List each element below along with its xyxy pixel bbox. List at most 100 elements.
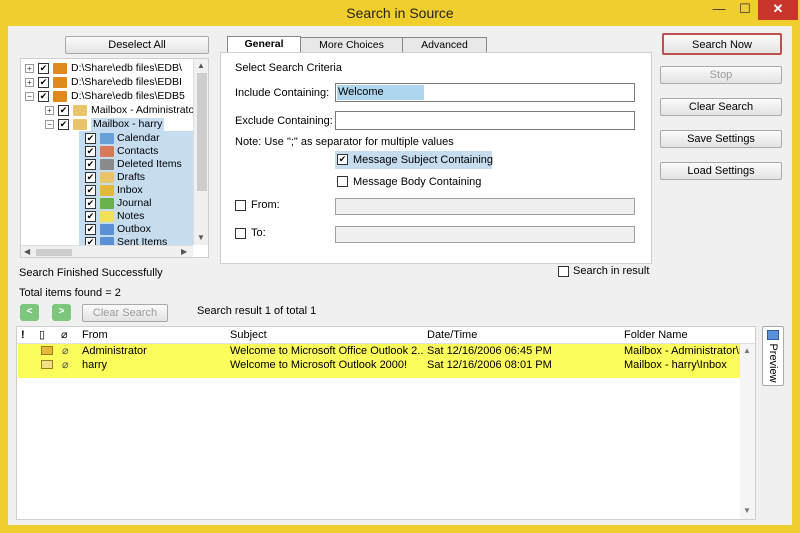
attachment-icon: ⌀ bbox=[62, 345, 69, 357]
collapse-icon[interactable]: − bbox=[45, 120, 54, 129]
scroll-thumb[interactable] bbox=[197, 73, 207, 191]
include-containing-input[interactable]: Welcome bbox=[335, 83, 635, 102]
separator-note: Note: Use ";" as separator for multiple … bbox=[235, 136, 454, 148]
load-settings-button[interactable]: Load Settings bbox=[660, 162, 782, 180]
tab-more-choices[interactable]: More Choices bbox=[300, 37, 403, 52]
outbox-icon bbox=[100, 224, 114, 235]
scroll-left-icon[interactable]: ◀ bbox=[24, 247, 30, 256]
cell-folder: Mailbox - harry\Inbox bbox=[624, 359, 727, 371]
drafts-icon bbox=[100, 172, 114, 183]
window: Search in Source — ☐ ✕ Deselect All + ✔ … bbox=[0, 0, 800, 533]
results-scrollbar[interactable]: ▲ ▼ bbox=[740, 344, 755, 519]
body-option[interactable]: Message Body Containing bbox=[335, 173, 492, 191]
tree-horizontal-scrollbar[interactable]: ◀ ▶ bbox=[21, 245, 193, 257]
tree-vertical-scrollbar[interactable]: ▲ ▼ bbox=[193, 59, 208, 245]
clear-search-results-button[interactable]: Clear Search bbox=[82, 304, 168, 322]
search-in-result-checkbox[interactable] bbox=[558, 266, 569, 277]
scroll-up-icon[interactable]: ▲ bbox=[743, 346, 751, 355]
tree-checkbox[interactable]: ✔ bbox=[85, 211, 96, 222]
expand-icon[interactable]: + bbox=[25, 78, 34, 87]
cell-datetime: Sat 12/16/2006 08:01 PM bbox=[427, 359, 552, 371]
stop-button[interactable]: Stop bbox=[660, 66, 782, 84]
contacts-icon bbox=[100, 146, 114, 157]
tree-checkbox[interactable]: ✔ bbox=[58, 119, 69, 130]
tree-checkbox[interactable]: ✔ bbox=[38, 91, 49, 102]
email-read-icon bbox=[41, 360, 53, 369]
previous-result-button[interactable]: < bbox=[20, 304, 39, 321]
column-from[interactable]: From bbox=[82, 327, 108, 343]
message-type-icon: ▯ bbox=[39, 329, 46, 341]
minimize-button[interactable]: — bbox=[706, 0, 732, 20]
scroll-right-icon[interactable]: ▶ bbox=[181, 247, 187, 256]
database-icon bbox=[53, 77, 67, 88]
column-subject[interactable]: Subject bbox=[230, 327, 267, 343]
tree-checkbox[interactable]: ✔ bbox=[85, 159, 96, 170]
save-settings-button[interactable]: Save Settings bbox=[660, 130, 782, 148]
tree-checkbox[interactable]: ✔ bbox=[85, 146, 96, 157]
tree-checkbox[interactable]: ✔ bbox=[85, 185, 96, 196]
tab-advanced[interactable]: Advanced bbox=[402, 37, 487, 52]
scroll-thumb[interactable] bbox=[36, 249, 72, 256]
source-tree: + ✔ D:\Share\edb files\EDB\ + ✔ D:\Share… bbox=[20, 58, 209, 258]
collapse-icon[interactable]: − bbox=[25, 92, 34, 101]
to-label: To: bbox=[251, 227, 266, 239]
criteria-heading: Select Search Criteria bbox=[235, 62, 342, 74]
cell-subject: Welcome to Microsoft Office Outlook 2... bbox=[230, 345, 424, 357]
tree-item-label: D:\Share\edb files\EDB\ bbox=[71, 62, 182, 74]
scroll-down-icon[interactable]: ▼ bbox=[743, 506, 751, 515]
tree-checkbox[interactable]: ✔ bbox=[85, 172, 96, 183]
tree-checkbox[interactable]: ✔ bbox=[85, 198, 96, 209]
include-value: Welcome bbox=[337, 85, 424, 100]
maximize-button[interactable]: ☐ bbox=[732, 0, 758, 20]
tree-checkbox[interactable]: ✔ bbox=[58, 105, 69, 116]
tree-checkbox[interactable]: ✔ bbox=[85, 224, 96, 235]
client-area: Deselect All + ✔ D:\Share\edb files\EDB\… bbox=[8, 26, 792, 525]
attachment-icon: ⌀ bbox=[61, 329, 68, 341]
cell-subject: Welcome to Microsoft Outlook 2000! bbox=[230, 359, 408, 371]
close-button[interactable]: ✕ bbox=[758, 0, 798, 20]
calendar-icon bbox=[100, 133, 114, 144]
tree-checkbox[interactable]: ✔ bbox=[38, 77, 49, 88]
tree-item-label: Contacts bbox=[117, 145, 159, 157]
to-input[interactable] bbox=[335, 226, 635, 243]
tree-checkbox[interactable]: ✔ bbox=[85, 133, 96, 144]
tab-general[interactable]: General bbox=[227, 36, 301, 53]
arrow-left-icon: < bbox=[26, 306, 33, 317]
tree-content: + ✔ D:\Share\edb files\EDB\ + ✔ D:\Share… bbox=[21, 59, 198, 248]
cell-from: Administrator bbox=[82, 345, 147, 357]
tree-item-label: Calendar bbox=[117, 132, 160, 144]
table-row[interactable]: ⌀ harry Welcome to Microsoft Outlook 200… bbox=[18, 358, 755, 378]
notes-icon bbox=[100, 211, 114, 222]
tree-item-label: D:\Share\edb files\EDB5 bbox=[71, 90, 185, 102]
deselect-all-button[interactable]: Deselect All bbox=[65, 36, 209, 54]
exclude-containing-input[interactable] bbox=[335, 111, 635, 130]
cell-from: harry bbox=[82, 359, 108, 371]
expand-icon[interactable]: + bbox=[45, 106, 54, 115]
tree-item-label: Mailbox - Administrator bbox=[91, 104, 198, 116]
from-checkbox[interactable] bbox=[235, 200, 246, 211]
subject-checkbox[interactable]: ✔ bbox=[337, 154, 348, 165]
expand-icon[interactable]: + bbox=[25, 64, 34, 73]
clear-search-button[interactable]: Clear Search bbox=[660, 98, 782, 116]
body-checkbox[interactable] bbox=[337, 176, 348, 187]
tree-item-label: D:\Share\edb files\EDBI bbox=[71, 76, 182, 88]
results-header: ! ▯ ⌀ From Subject Date/Time Folder Name bbox=[17, 327, 755, 344]
subject-option[interactable]: ✔ Message Subject Containing bbox=[335, 151, 494, 169]
scroll-down-icon[interactable]: ▼ bbox=[197, 233, 205, 242]
email-icon bbox=[41, 346, 53, 355]
table-row[interactable]: ⌀ Administrator Welcome to Microsoft Off… bbox=[18, 344, 755, 358]
inbox-icon bbox=[100, 185, 114, 196]
scroll-up-icon[interactable]: ▲ bbox=[197, 61, 205, 70]
column-folder-name[interactable]: Folder Name bbox=[624, 327, 688, 343]
from-input[interactable] bbox=[335, 198, 635, 215]
preview-tab[interactable]: Preview bbox=[762, 326, 784, 386]
to-checkbox[interactable] bbox=[235, 228, 246, 239]
column-datetime[interactable]: Date/Time bbox=[427, 327, 477, 343]
database-icon bbox=[53, 63, 67, 74]
cell-folder: Mailbox - Administrator\Inbox bbox=[624, 345, 755, 357]
next-result-button[interactable]: > bbox=[52, 304, 71, 321]
subject-option-label: Message Subject Containing bbox=[353, 154, 494, 166]
search-now-button[interactable]: Search Now bbox=[662, 33, 782, 55]
tree-item-label: Inbox bbox=[117, 184, 143, 196]
tree-checkbox[interactable]: ✔ bbox=[38, 63, 49, 74]
